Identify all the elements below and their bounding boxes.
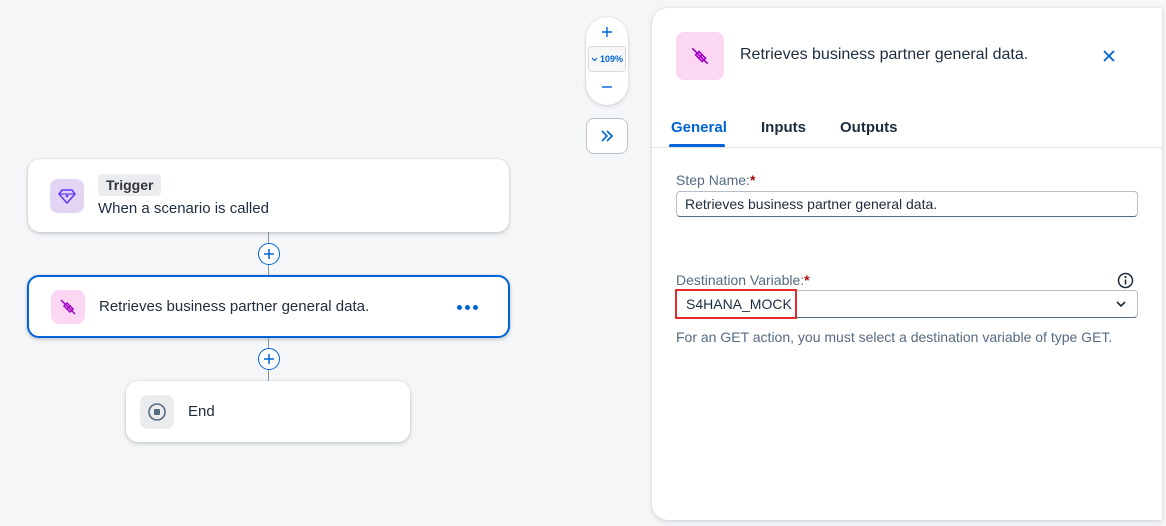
- zoom-level: 109%: [599, 54, 624, 64]
- close-icon[interactable]: [1101, 48, 1117, 64]
- chevron-down-icon: [591, 57, 598, 61]
- end-node[interactable]: End: [126, 381, 410, 442]
- info-icon[interactable]: [1117, 272, 1134, 289]
- action-label: Retrieves business partner general data.: [99, 298, 370, 315]
- trigger-diamond-icon: [50, 178, 84, 213]
- destination-variable-value: S4HANA_MOCK: [675, 289, 797, 319]
- plus-icon: [264, 249, 274, 259]
- add-step-button[interactable]: [258, 243, 280, 265]
- panel-title: Retrieves business partner general data.: [740, 46, 1029, 63]
- step-name-label: Step Name:*: [676, 172, 756, 188]
- destination-variable-label: Destination Variable:*: [676, 272, 810, 288]
- more-options-icon[interactable]: [457, 305, 478, 310]
- collapse-panel-button[interactable]: [586, 118, 628, 154]
- minus-icon: [602, 85, 612, 88]
- zoom-level-select[interactable]: 109%: [588, 46, 626, 72]
- tab-outputs[interactable]: Outputs: [840, 119, 898, 136]
- trigger-description: When a scenario is called: [98, 200, 269, 217]
- step-name-input[interactable]: Retrieves business partner general data.: [676, 191, 1138, 217]
- action-link-icon: [676, 32, 724, 80]
- tab-bar: General Inputs Outputs: [652, 112, 1162, 148]
- flow-canvas: Trigger When a scenario is called Retrie…: [0, 0, 650, 526]
- plus-icon: [602, 26, 612, 37]
- destination-hint: For an GET action, you must select a des…: [676, 329, 1113, 345]
- action-link-icon: [51, 289, 85, 324]
- properties-panel: Retrieves business partner general data.…: [652, 8, 1162, 520]
- zoom-in-button[interactable]: [601, 17, 613, 46]
- zoom-control: 109%: [586, 17, 628, 105]
- active-tab-indicator: [669, 144, 725, 147]
- trigger-tag: Trigger: [98, 174, 162, 196]
- tab-general[interactable]: General: [671, 119, 727, 136]
- add-step-button[interactable]: [258, 348, 280, 370]
- zoom-out-button[interactable]: [601, 72, 613, 101]
- plus-icon: [264, 354, 274, 364]
- destination-variable-select[interactable]: S4HANA_MOCK: [675, 289, 1138, 319]
- action-node[interactable]: Retrieves business partner general data.: [27, 275, 510, 338]
- end-label: End: [188, 403, 215, 420]
- tab-inputs[interactable]: Inputs: [761, 119, 806, 136]
- trigger-node[interactable]: Trigger When a scenario is called: [28, 159, 509, 232]
- double-chevron-right-icon: [601, 130, 614, 142]
- chevron-down-icon: [1116, 301, 1126, 308]
- stop-icon: [140, 394, 174, 429]
